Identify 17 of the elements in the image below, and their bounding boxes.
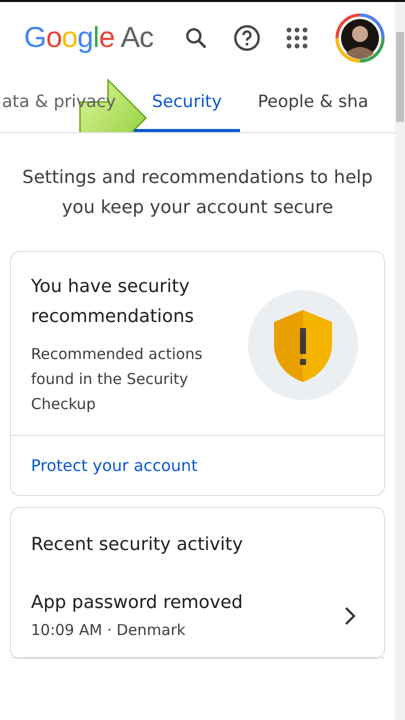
- chevron-right-icon: [344, 606, 356, 626]
- activity-title: App password removed: [31, 592, 243, 613]
- help-icon[interactable]: [233, 24, 261, 52]
- card-description: Recommended actions found in the Security Checkup: [31, 344, 204, 415]
- activity-item[interactable]: App password removed 10:09 AM · Denmark: [11, 576, 384, 658]
- card-title: You have security recommendations: [31, 275, 195, 329]
- card-title: Recent security activity: [30, 533, 244, 557]
- search-icon[interactable]: [183, 25, 209, 51]
- apps-grid-icon[interactable]: [285, 26, 309, 50]
- warning-shield-icon: [248, 290, 358, 400]
- activity-detail: 10:09 AM · Denmark: [31, 621, 186, 639]
- intro-text: Settings and recommendations to help you keep your account secure: [21, 166, 374, 220]
- avatar-icon[interactable]: [335, 13, 385, 63]
- protect-account-link[interactable]: Protect your account: [31, 456, 198, 475]
- google-logo: Google Ac: [24, 22, 154, 54]
- scrollbar[interactable]: [395, 2, 405, 720]
- tab[interactable]: People & sha: [240, 74, 386, 132]
